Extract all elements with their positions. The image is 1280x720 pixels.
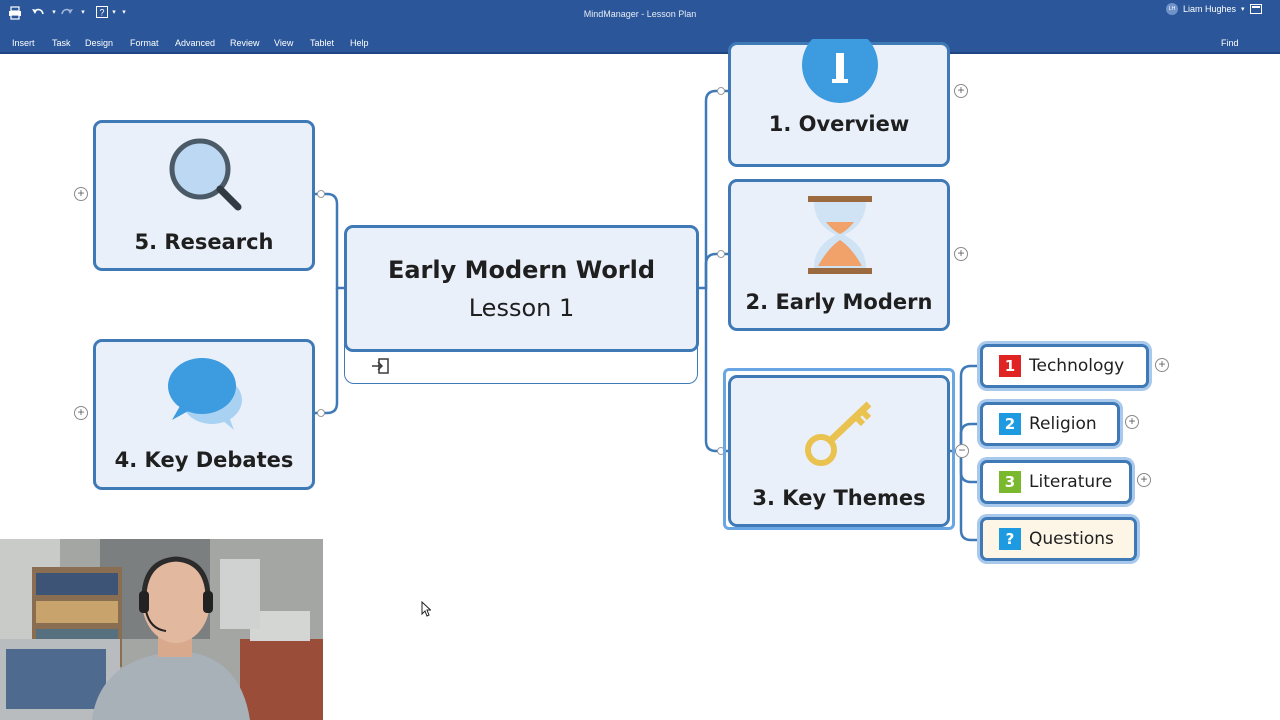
chevron-down-icon: ▾ — [1241, 6, 1245, 13]
central-topic[interactable]: Early Modern World Lesson 1 — [344, 225, 699, 352]
priority-1-icon: 1 — [999, 355, 1021, 377]
expand-key-debates-icon[interactable]: + — [74, 406, 88, 420]
priority-3-icon: 3 — [999, 471, 1021, 493]
expand-research-icon[interactable]: + — [74, 187, 88, 201]
expand-overview-icon[interactable]: + — [954, 84, 968, 98]
webcam-presenter-image — [0, 539, 323, 720]
subtopic-religion[interactable]: 2 Religion — [980, 402, 1120, 446]
ribbon-display-icon[interactable] — [1249, 3, 1263, 17]
tab-view[interactable]: View — [274, 38, 293, 48]
tab-help[interactable]: Help — [350, 38, 369, 48]
find-button[interactable]: Find — [1221, 38, 1239, 48]
subtopic-technology-label: Technology — [1029, 356, 1125, 376]
subtopic-religion-label: Religion — [1029, 414, 1097, 434]
import-icon[interactable] — [371, 358, 389, 379]
speech-bubbles-icon — [166, 356, 246, 437]
question-icon: ? — [999, 528, 1021, 550]
expand-early-modern-icon[interactable]: + — [954, 247, 968, 261]
expand-religion-icon[interactable]: + — [1125, 415, 1139, 429]
user-name: Liam Hughes — [1183, 4, 1237, 14]
mouse-cursor-icon — [421, 600, 432, 622]
title-bar: ▾ ▾ ? ▾ ▾ MindManager - Lesson Plan LH L… — [0, 0, 1280, 30]
subtopic-questions[interactable]: ? Questions — [980, 517, 1137, 561]
topic-key-themes[interactable]: 3. Key Themes — [728, 375, 950, 527]
expand-technology-icon[interactable]: + — [1155, 358, 1169, 372]
central-topic-subtitle: Lesson 1 — [468, 294, 575, 322]
tab-insert[interactable]: Insert — [12, 38, 35, 48]
expand-literature-icon[interactable]: + — [1137, 473, 1151, 487]
topic-research[interactable]: 5. Research — [93, 120, 315, 271]
window-title: MindManager - Lesson Plan — [583, 9, 697, 19]
topic-research-label: 5. Research — [134, 230, 274, 254]
topic-early-modern-label: 2. Early Modern — [745, 290, 933, 314]
tab-review[interactable]: Review — [230, 38, 260, 48]
tab-advanced[interactable]: Advanced — [175, 38, 215, 48]
ribbon-tabs: Insert Task Design Format Advanced Revie… — [0, 30, 1280, 54]
priority-2-icon: 2 — [999, 413, 1021, 435]
tab-task[interactable]: Task — [52, 38, 71, 48]
hourglass-icon — [808, 196, 872, 279]
subtopic-literature[interactable]: 3 Literature — [980, 460, 1132, 504]
central-topic-title: Early Modern World — [387, 256, 656, 284]
topic-overview-label: 1. Overview — [768, 112, 910, 136]
subtopic-literature-label: Literature — [1029, 472, 1113, 492]
avatar: LH — [1166, 3, 1178, 15]
topic-key-themes-label: 3. Key Themes — [752, 486, 926, 510]
magnifier-icon — [166, 135, 246, 220]
tab-tablet[interactable]: Tablet — [310, 38, 334, 48]
topic-key-debates[interactable]: 4. Key Debates — [93, 339, 315, 490]
collapse-key-themes-icon[interactable]: − — [955, 444, 969, 458]
topic-overview[interactable]: 1. Overview — [728, 27, 950, 167]
subtopic-technology[interactable]: 1 Technology — [980, 344, 1149, 388]
topic-early-modern[interactable]: 2. Early Modern — [728, 179, 950, 331]
tab-format[interactable]: Format — [130, 38, 159, 48]
topic-key-debates-label: 4. Key Debates — [114, 448, 294, 472]
user-account[interactable]: LH Liam Hughes ▾ — [1166, 2, 1245, 16]
webcam-overlay — [0, 539, 323, 720]
info-icon — [802, 27, 878, 108]
subtopic-questions-label: Questions — [1029, 529, 1114, 549]
tab-design[interactable]: Design — [85, 38, 113, 48]
key-icon — [803, 396, 881, 475]
